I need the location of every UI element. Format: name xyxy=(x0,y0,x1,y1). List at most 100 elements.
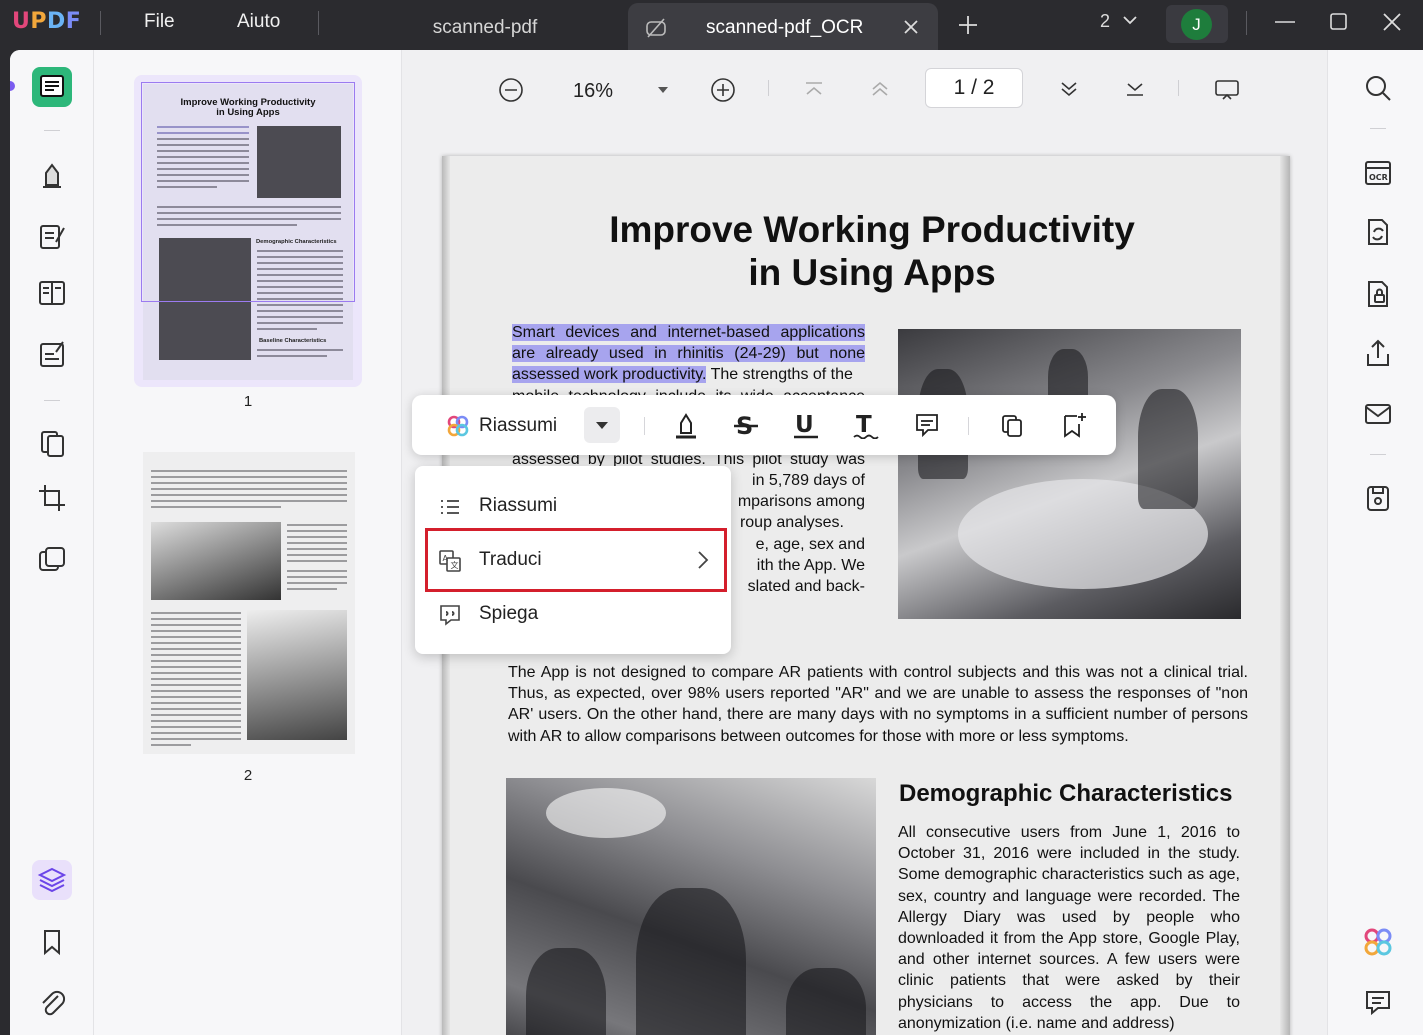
zoom-level[interactable]: 16% xyxy=(573,80,613,103)
list-icon xyxy=(438,495,462,524)
menu-file[interactable]: File xyxy=(144,11,175,33)
user-initial: J xyxy=(1181,9,1212,40)
document-title-line: in Using Apps xyxy=(748,252,996,293)
highlight-box xyxy=(425,528,727,592)
toolbar-divider xyxy=(644,417,645,435)
title-divider xyxy=(100,11,101,35)
paragraph-text: The strengths of the xyxy=(706,366,853,384)
menu-item-summarize[interactable]: Riassumi xyxy=(415,479,731,533)
window-count-value: 2 xyxy=(1100,11,1111,31)
menu-item-explain[interactable]: Spiega xyxy=(415,587,731,641)
svg-text:OCR: OCR xyxy=(1369,173,1388,182)
title-divider xyxy=(1246,11,1247,35)
ai-assistant-icon[interactable] xyxy=(1358,922,1398,962)
form-tool-icon[interactable] xyxy=(32,334,72,374)
crop-icon[interactable] xyxy=(32,478,72,518)
page-number-input[interactable]: 1 / 2 xyxy=(925,68,1023,108)
ai-action-label[interactable]: Riassumi xyxy=(479,415,557,437)
unsynced-icon xyxy=(644,16,668,46)
close-window-icon[interactable] xyxy=(1380,10,1404,39)
zoom-in-icon[interactable] xyxy=(710,77,736,108)
close-tab-icon[interactable] xyxy=(900,16,922,44)
squiggly-text-icon[interactable]: T xyxy=(853,411,879,444)
rail-divider xyxy=(1370,128,1386,129)
bookmark-add-icon[interactable] xyxy=(1060,411,1088,444)
document-title: Improve Working Productivity in Using App… xyxy=(522,208,1222,294)
left-tool-rail xyxy=(10,50,94,1035)
body-paragraph: The App is not designed to compare AR pa… xyxy=(508,664,1248,745)
menu-help[interactable]: Aiuto xyxy=(237,11,280,33)
viewport-indicator[interactable] xyxy=(141,82,355,302)
protect-icon[interactable] xyxy=(1358,274,1398,314)
toolbar-divider xyxy=(768,80,769,96)
zoom-dropdown-icon[interactable] xyxy=(656,83,670,101)
selection-toolbar: Riassumi S U T xyxy=(412,395,1116,455)
thumbnail-heading: Baseline Characteristics xyxy=(259,338,327,344)
toolbar-divider xyxy=(1178,80,1179,96)
selected-text[interactable]: Smart devices and internet-based applica… xyxy=(512,324,865,341)
title-divider xyxy=(318,11,319,35)
selected-text[interactable]: assessed work productivity. xyxy=(512,366,707,384)
toolbar-divider xyxy=(968,417,969,435)
underline-icon[interactable]: U xyxy=(793,411,819,444)
section-heading: Demographic Characteristics xyxy=(899,780,1233,807)
rail-divider xyxy=(44,130,60,131)
panel-indicator xyxy=(10,81,15,91)
avatar[interactable]: J xyxy=(1166,5,1228,43)
comment-icon[interactable] xyxy=(914,411,940,444)
ocr-icon[interactable]: OCR xyxy=(1358,152,1398,192)
edit-pdf-icon[interactable] xyxy=(32,216,72,256)
svg-text:T: T xyxy=(856,412,872,438)
svg-text:U: U xyxy=(795,412,814,438)
window-count[interactable]: 2 xyxy=(1100,11,1139,32)
presentation-icon[interactable] xyxy=(1213,77,1241,108)
new-tab-icon[interactable] xyxy=(955,12,981,43)
share-icon[interactable] xyxy=(1358,334,1398,374)
layers-button[interactable] xyxy=(32,860,72,900)
meeting-photo xyxy=(898,329,1241,619)
reader-mode-button[interactable] xyxy=(32,67,72,107)
students-photo xyxy=(506,778,876,1035)
zoom-out-icon[interactable] xyxy=(498,77,524,108)
email-icon[interactable] xyxy=(1358,394,1398,434)
organize-pages-icon[interactable] xyxy=(32,422,72,462)
rail-divider xyxy=(44,400,60,401)
ai-dropdown-button[interactable] xyxy=(584,407,620,443)
minimize-icon[interactable] xyxy=(1273,10,1297,39)
page-tools-icon[interactable] xyxy=(32,273,72,313)
maximize-icon[interactable] xyxy=(1327,10,1351,39)
copy-icon[interactable] xyxy=(999,411,1025,444)
first-page-icon[interactable] xyxy=(802,77,826,106)
previous-page-icon[interactable] xyxy=(868,77,892,106)
right-tool-rail: OCR xyxy=(1327,50,1423,1035)
menu-item-label: Spiega xyxy=(479,603,539,624)
thumbnail-page-2[interactable] xyxy=(143,452,355,754)
tab-label: scanned-pdf_OCR xyxy=(706,17,864,38)
comments-panel-icon[interactable] xyxy=(1358,982,1398,1022)
next-page-icon[interactable] xyxy=(1057,77,1081,106)
menu-item-label: Riassumi xyxy=(479,495,558,516)
batch-tool-icon[interactable] xyxy=(32,540,72,580)
demographics-paragraph: All consecutive users from June 1, 2016 … xyxy=(898,824,1240,1032)
comment-tool-icon[interactable] xyxy=(32,155,72,195)
updf-logo: UPDF xyxy=(12,9,82,34)
thumbnail-page-number: 1 xyxy=(243,393,253,410)
strikethrough-icon[interactable]: S xyxy=(733,411,759,444)
thumbnail-page-1[interactable]: Improve Working Productivity in Using App… xyxy=(134,75,362,387)
search-icon[interactable] xyxy=(1358,68,1398,108)
save-icon[interactable] xyxy=(1358,478,1398,518)
ai-logo-icon xyxy=(444,412,472,445)
thumbnail-page-number: 2 xyxy=(243,767,253,784)
last-page-icon[interactable] xyxy=(1123,77,1147,106)
attachment-icon[interactable] xyxy=(32,982,72,1022)
bookmark-panel-icon[interactable] xyxy=(32,922,72,962)
tab-scanned-pdf[interactable]: scanned-pdf xyxy=(340,3,630,50)
selected-text[interactable]: are already used in rhinitis (24-29) but… xyxy=(512,345,865,363)
document-title-line: Improve Working Productivity xyxy=(609,209,1135,250)
title-bar: UPDF File Aiuto scanned-pdf scanned-pdf_… xyxy=(0,0,1423,50)
rail-divider xyxy=(1370,454,1386,455)
highlight-icon[interactable] xyxy=(673,411,699,444)
tab-scanned-pdf-ocr[interactable]: scanned-pdf_OCR xyxy=(628,3,938,50)
explain-icon xyxy=(438,603,462,632)
convert-icon[interactable] xyxy=(1358,212,1398,252)
